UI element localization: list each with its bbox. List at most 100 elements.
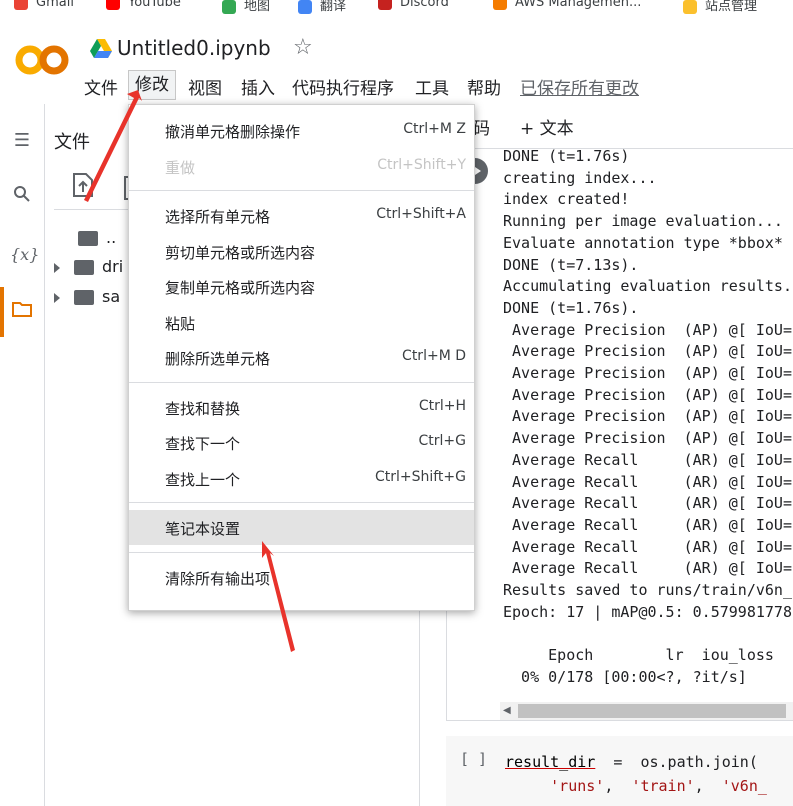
code-token: 'train' [631,777,695,795]
bookmarks-bar: Gmail YouTube 地图 翻译 Discord AWS Managemen... 站… [0,0,793,14]
menu-tools[interactable]: 工具 [415,74,449,99]
menu-item-label: 剪切单元格或所选内容 [165,243,316,262]
menu-item-label: 查找和替换 [165,399,241,418]
menu-view[interactable]: 视图 [188,74,222,99]
scroll-left-icon[interactable]: ◀ [503,705,511,716]
file-label: dri [102,257,124,276]
menu-edit[interactable]: 修改 [128,70,176,100]
maps-icon [222,0,236,14]
scrollbar-thumb[interactable] [518,704,786,718]
star-icon[interactable]: ☆ [293,35,313,60]
menu-item[interactable]: 笔记本设置 [129,510,474,545]
bookmark-label: AWS Managemen... [515,0,642,10]
discord-icon [378,0,392,10]
expand-icon[interactable] [54,292,60,303]
menu-item-label: 复制单元格或所选内容 [165,279,316,297]
bookmark-4[interactable]: Discord [378,0,449,10]
menu-item[interactable]: 清除所有输出项 [129,560,474,595]
folder-up-icon [78,231,98,246]
menu-item[interactable]: 撤消单元格删除操作 Ctrl+M Z [129,113,474,148]
folder-icon [74,260,94,275]
search-icon[interactable] [10,185,34,209]
menu-item[interactable]: 查找下一个 Ctrl+G [129,425,474,460]
bookmark-label: 站点管理 [705,0,758,14]
menu-separator [129,551,474,553]
bookmark-label: Discord [400,0,449,10]
upload-icon[interactable] [72,172,94,198]
rail-active-indicator [0,287,4,337]
menu-runtime[interactable]: 代码执行程序 [292,74,394,99]
menu-item[interactable]: 剪切单元格或所选内容 [129,234,474,269]
folder-icon [683,0,697,14]
edit-dropdown-menu: 撤消单元格删除操作 Ctrl+M Z 重做 Ctrl+Shift+Y 选择所有单元格 Ct… [128,104,475,611]
bookmark-0[interactable]: Gmail [14,0,74,10]
menu-item[interactable]: 选择所有单元格 Ctrl+Shift+A [129,198,474,233]
menu-item-shortcut: Ctrl+H [418,397,466,414]
gmail-icon [14,0,28,10]
menu-item-label: 查找下一个 [165,435,241,453]
menu-separator [129,381,474,383]
menu-item-shortcut: Ctrl+Shift+A [376,206,466,222]
menu-item-label: 选择所有单元格 [165,208,271,226]
bookmark-1[interactable]: YouTube [106,0,181,10]
google-drive-icon[interactable] [90,39,112,59]
cell-run-indicator[interactable]: [ ] [460,750,487,768]
expand-icon[interactable] [54,262,60,273]
variables-icon[interactable]: {x} [10,243,39,267]
file-label: sa [102,287,121,306]
menu-item[interactable]: 复制单元格或所选内容 [129,269,474,304]
code-token: , [694,777,722,795]
menu-item-shortcut: Ctrl+Shift+Y [377,156,466,173]
code-token: , [604,777,632,795]
bookmark-label: YouTube [128,0,181,10]
bookmark-6[interactable]: 站点管理 [683,0,757,14]
menu-item[interactable]: 删除所选单元格 Ctrl+M D [129,340,474,375]
menu-item: 重做 Ctrl+Shift+Y [129,149,474,184]
menu-item-label: 笔记本设置 [165,520,241,538]
notebook-title[interactable]: Untitled0.ipynb [117,36,271,60]
menu-file[interactable]: 文件 [84,74,118,99]
code-token: result_dir [505,753,596,771]
left-rail [0,104,45,806]
bookmark-label: Gmail [36,0,74,10]
menu-item[interactable]: 查找和替换 Ctrl+H [129,390,474,425]
code-token: = os.path.join( [595,753,758,771]
folder-icon[interactable] [10,300,34,324]
file-row-drive[interactable]: dri [54,255,123,279]
code-token: 'runs' [550,777,605,795]
menu-item-label: 查找上一个 [165,470,241,489]
file-row-parent[interactable]: .. [78,226,116,250]
menu-help[interactable]: 帮助 [467,74,501,99]
table-of-contents-icon[interactable]: ☰ [10,129,34,153]
menu-item-label: 清除所有输出项 [165,569,271,588]
saved-status-link[interactable]: 已保存所有更改 [520,74,639,99]
notebook-toolbar: 代码 + 文本 [420,104,793,149]
colab-logo[interactable] [14,40,70,80]
menu-item-label: 重做 [165,158,196,177]
bookmark-label: 地图 [244,0,271,14]
menu-separator [129,190,474,191]
code-editor[interactable]: result_dir = os.path.join( 'runs', 'trai… [505,750,767,798]
files-panel-title: 文件 [54,132,90,153]
bookmark-3[interactable]: 翻译 [298,0,346,14]
menu-insert[interactable]: 插入 [241,74,275,99]
folder-icon [74,290,94,305]
translate-icon [298,0,312,14]
aws-icon [493,0,507,10]
menu-item-shortcut: Ctrl+M Z [403,121,466,137]
cell-output: DONE (t=1.76s) creating index... index c… [503,147,793,686]
file-row-sample[interactable]: sa [54,285,120,309]
menu-item-shortcut: Ctrl+G [418,433,467,449]
add-text-button[interactable]: + 文本 [520,114,574,139]
menu-item-shortcut: Ctrl+M D [402,348,466,364]
bookmark-label: 翻译 [320,0,347,14]
menu-separator [129,502,474,503]
menu-item[interactable]: 查找上一个 Ctrl+Shift+G [129,461,474,496]
bookmark-5[interactable]: AWS Managemen... [493,0,641,10]
menu-item[interactable]: 粘贴 [129,305,474,340]
code-token: 'v6n_ [721,777,767,795]
bookmark-2[interactable]: 地图 [222,0,270,14]
menu-item-shortcut: Ctrl+Shift+G [374,468,466,485]
menu-item-label: 粘贴 [165,314,196,333]
file-label: .. [106,228,117,247]
